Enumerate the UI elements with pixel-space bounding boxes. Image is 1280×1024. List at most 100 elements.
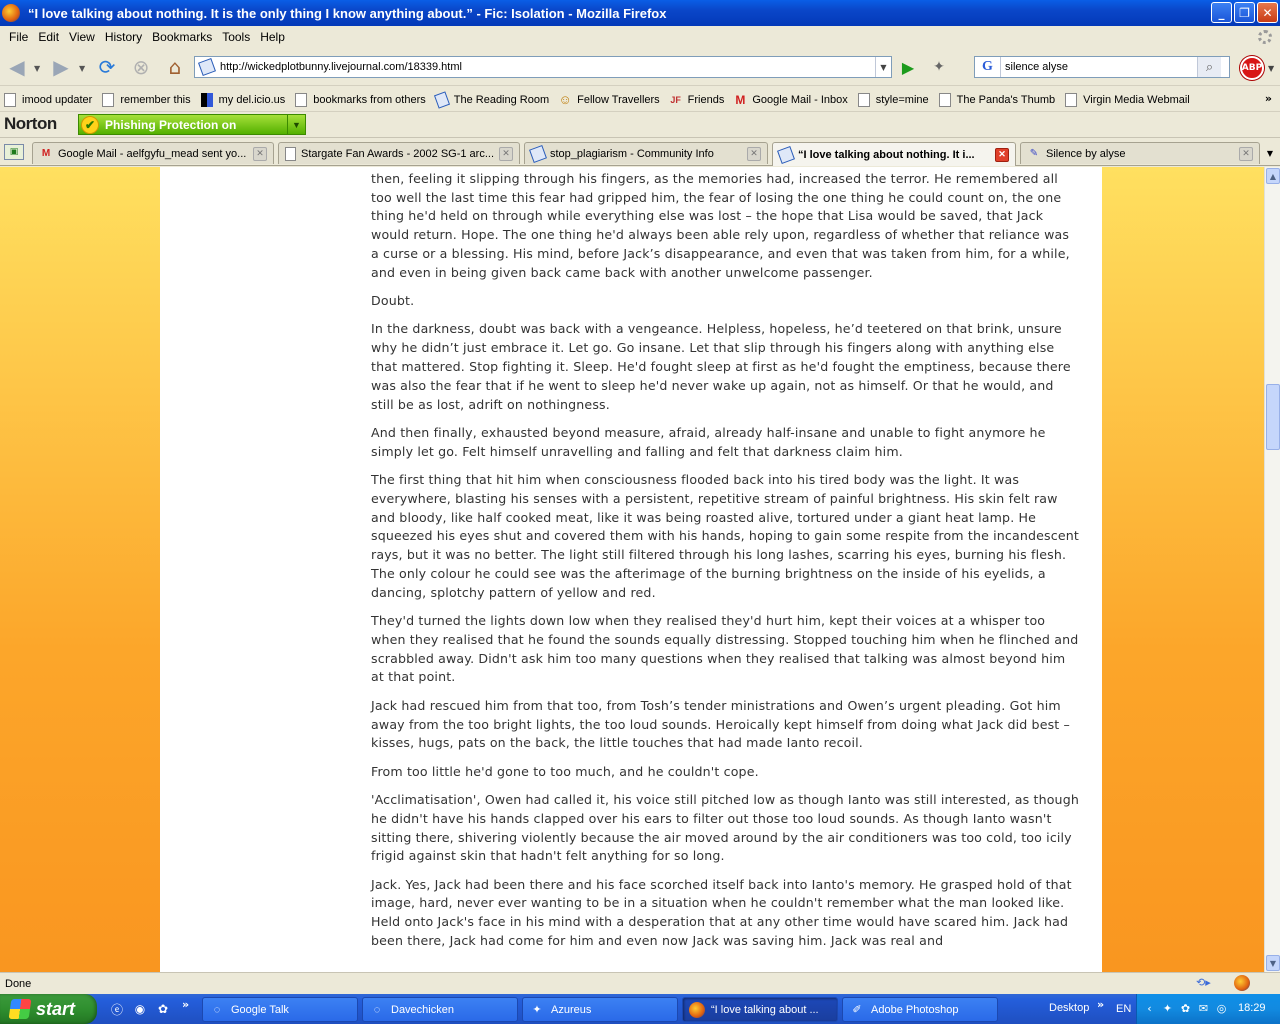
windows-flag-icon — [8, 999, 32, 1019]
chevron-down-icon[interactable]: ▼ — [287, 115, 305, 134]
window-title-bar[interactable]: “I love talking about nothing. It is the… — [0, 0, 1280, 26]
firefox-icon[interactable]: ◉ — [131, 1000, 149, 1018]
menu-file[interactable]: File — [4, 30, 33, 44]
tab-silence-by-alyse[interactable]: ✎ Silence by alyse ✕ — [1020, 142, 1260, 164]
tab-stop-plagiarism[interactable]: stop_plagiarism - Community Info ✕ — [524, 142, 768, 164]
messenger-tray-icon[interactable]: ✿ — [1178, 1001, 1193, 1016]
firefox-icon — [689, 1001, 705, 1018]
story-paragraph: That was another hair's grip of sanity h… — [371, 170, 1070, 280]
gmail-tray-icon[interactable]: ✉ — [1196, 1001, 1211, 1016]
tab-list-dropdown[interactable]: ▼ — [1262, 144, 1278, 162]
close-button[interactable]: ✕ — [1257, 2, 1278, 23]
menu-bookmarks[interactable]: Bookmarks — [147, 30, 217, 44]
delicious-icon — [200, 92, 213, 107]
start-button[interactable]: start — [0, 994, 97, 1024]
page-icon — [938, 92, 951, 107]
maximize-button[interactable]: ❐ — [1234, 2, 1255, 23]
url-text[interactable]: http://wickedplotbunny.livejournal.com/1… — [220, 61, 875, 73]
bookmark-item[interactable]: bookmarks from others — [295, 92, 426, 107]
quicklaunch-overflow-chevron[interactable]: » — [182, 998, 189, 1011]
scrollbar-thumb[interactable] — [1266, 384, 1280, 450]
menu-view[interactable]: View — [64, 30, 100, 44]
photoshop-icon: ✐ — [852, 1004, 862, 1016]
tab-google-mail[interactable]: M Google Mail - aelfgyfu_mead sent yo...… — [32, 142, 274, 164]
firefox-icon[interactable] — [2, 4, 20, 22]
menu-history[interactable]: History — [100, 30, 147, 44]
bookmark-item[interactable]: Virgin Media Webmail — [1065, 92, 1190, 107]
page-icon — [857, 92, 870, 107]
bookmark-item[interactable]: M Google Mail - Inbox — [734, 93, 847, 107]
pen-icon: ✎ — [1029, 148, 1039, 159]
tab-close-button[interactable]: ✕ — [499, 146, 513, 161]
menu-edit[interactable]: Edit — [33, 30, 64, 44]
adblock-icon[interactable]: ABP — [1240, 56, 1264, 80]
go-button[interactable]: ▶ — [898, 57, 918, 77]
home-button[interactable]: ⌂ — [162, 54, 188, 80]
taskbar-item-azureus[interactable]: ✦ Azureus — [522, 997, 678, 1022]
security-icon[interactable]: ✦ — [930, 58, 948, 76]
adblock-dropdown[interactable]: ▼ — [1268, 64, 1274, 73]
back-history-dropdown[interactable]: ▼ — [34, 64, 40, 73]
ie-icon[interactable]: ⓔ — [108, 1000, 126, 1018]
livejournal-icon: ☺ — [558, 92, 572, 107]
page-icon — [4, 92, 16, 107]
desktop-toolbar-label[interactable]: Desktop — [1049, 1002, 1089, 1014]
livejournal-icon — [777, 145, 795, 164]
forward-button[interactable]: ▶ — [48, 54, 74, 80]
bookmark-item[interactable]: JF Friends — [670, 93, 724, 107]
bookmarks-toolbar: imood updater remember this my del.icio.… — [0, 88, 1280, 112]
taskbar-item-google-talk[interactable]: ◌ Google Talk — [202, 997, 358, 1022]
google-icon[interactable]: G — [975, 57, 1001, 77]
menu-bar: File Edit View History Bookmarks Tools H… — [0, 26, 1280, 48]
bookmarks-overflow-chevron[interactable]: » — [1265, 92, 1272, 105]
tab-close-button[interactable]: ✕ — [995, 147, 1009, 162]
reload-button[interactable]: ⟳ — [94, 54, 120, 80]
phishing-protection-button[interactable]: ✔ Phishing Protection on ▼ — [78, 114, 306, 135]
desktop-toolbar-chevron[interactable]: » — [1097, 998, 1104, 1011]
search-box[interactable]: G ⌕ — [974, 56, 1230, 78]
taskbar-item-davechicken[interactable]: ◌ Davechicken — [362, 997, 518, 1022]
back-button[interactable]: ◀ — [4, 54, 30, 80]
taskbar-item-firefox[interactable]: “I love talking about ... — [682, 997, 838, 1022]
tab-close-button[interactable]: ✕ — [1239, 146, 1253, 161]
bookmark-item[interactable]: imood updater — [4, 92, 92, 107]
stop-button[interactable]: ⊗ — [128, 54, 154, 80]
sync-icon[interactable]: ⟲▸ — [1196, 976, 1214, 990]
url-bar[interactable]: http://wickedplotbunny.livejournal.com/1… — [194, 56, 892, 78]
tray-expand-icon[interactable]: ‹ — [1142, 1001, 1157, 1016]
search-icon[interactable]: ⌕ — [1197, 57, 1221, 77]
scroll-down-button[interactable]: ▼ — [1266, 955, 1280, 971]
norton-tray-icon[interactable]: ◎ — [1214, 1001, 1229, 1016]
search-input[interactable] — [1001, 61, 1197, 73]
tab-close-button[interactable]: ✕ — [253, 146, 267, 161]
page-content[interactable]: That was another hair's grip of sanity h… — [0, 167, 1264, 972]
bookmark-item[interactable]: style=mine — [857, 92, 929, 107]
throbber-icon — [1258, 30, 1272, 44]
vertical-scrollbar[interactable]: ▲ ▼ — [1264, 167, 1280, 972]
new-tab-icon[interactable]: ▣ — [4, 144, 24, 160]
forward-history-dropdown[interactable]: ▼ — [79, 64, 85, 73]
tab-stargate-fan-awards[interactable]: Stargate Fan Awards - 2002 SG-1 arc... ✕ — [278, 142, 520, 164]
bookmark-item[interactable]: my del.icio.us — [200, 92, 285, 107]
url-history-dropdown[interactable]: ▼ — [875, 57, 891, 77]
menu-help[interactable]: Help — [255, 30, 290, 44]
gmail-icon: M — [735, 92, 746, 107]
language-indicator[interactable]: EN — [1116, 1003, 1131, 1015]
story-text: That was another hair's grip of sanity h… — [371, 167, 1079, 960]
azureus-tray-icon[interactable]: ✦ — [1160, 1001, 1175, 1016]
window-title: “I love talking about nothing. It is the… — [28, 5, 667, 21]
window-controls: _ ❐ ✕ — [1211, 2, 1278, 23]
messenger-icon[interactable]: ✿ — [154, 1000, 172, 1018]
scroll-up-button[interactable]: ▲ — [1266, 168, 1280, 184]
bookmark-item[interactable]: ☺ Fellow Travellers — [558, 92, 660, 107]
bookmark-item[interactable]: remember this — [102, 92, 191, 107]
livejournal-icon — [433, 90, 450, 109]
minimize-button[interactable]: _ — [1211, 2, 1232, 23]
taskbar-item-photoshop[interactable]: ✐ Adobe Photoshop — [842, 997, 998, 1022]
tab-close-button[interactable]: ✕ — [747, 146, 761, 161]
firefox-icon[interactable] — [1234, 975, 1250, 991]
menu-tools[interactable]: Tools — [217, 30, 255, 44]
tab-current-story[interactable]: “I love talking about nothing. It i... ✕ — [772, 142, 1016, 166]
bookmark-item[interactable]: The Reading Room — [433, 90, 549, 109]
bookmark-item[interactable]: The Panda's Thumb — [938, 92, 1055, 107]
